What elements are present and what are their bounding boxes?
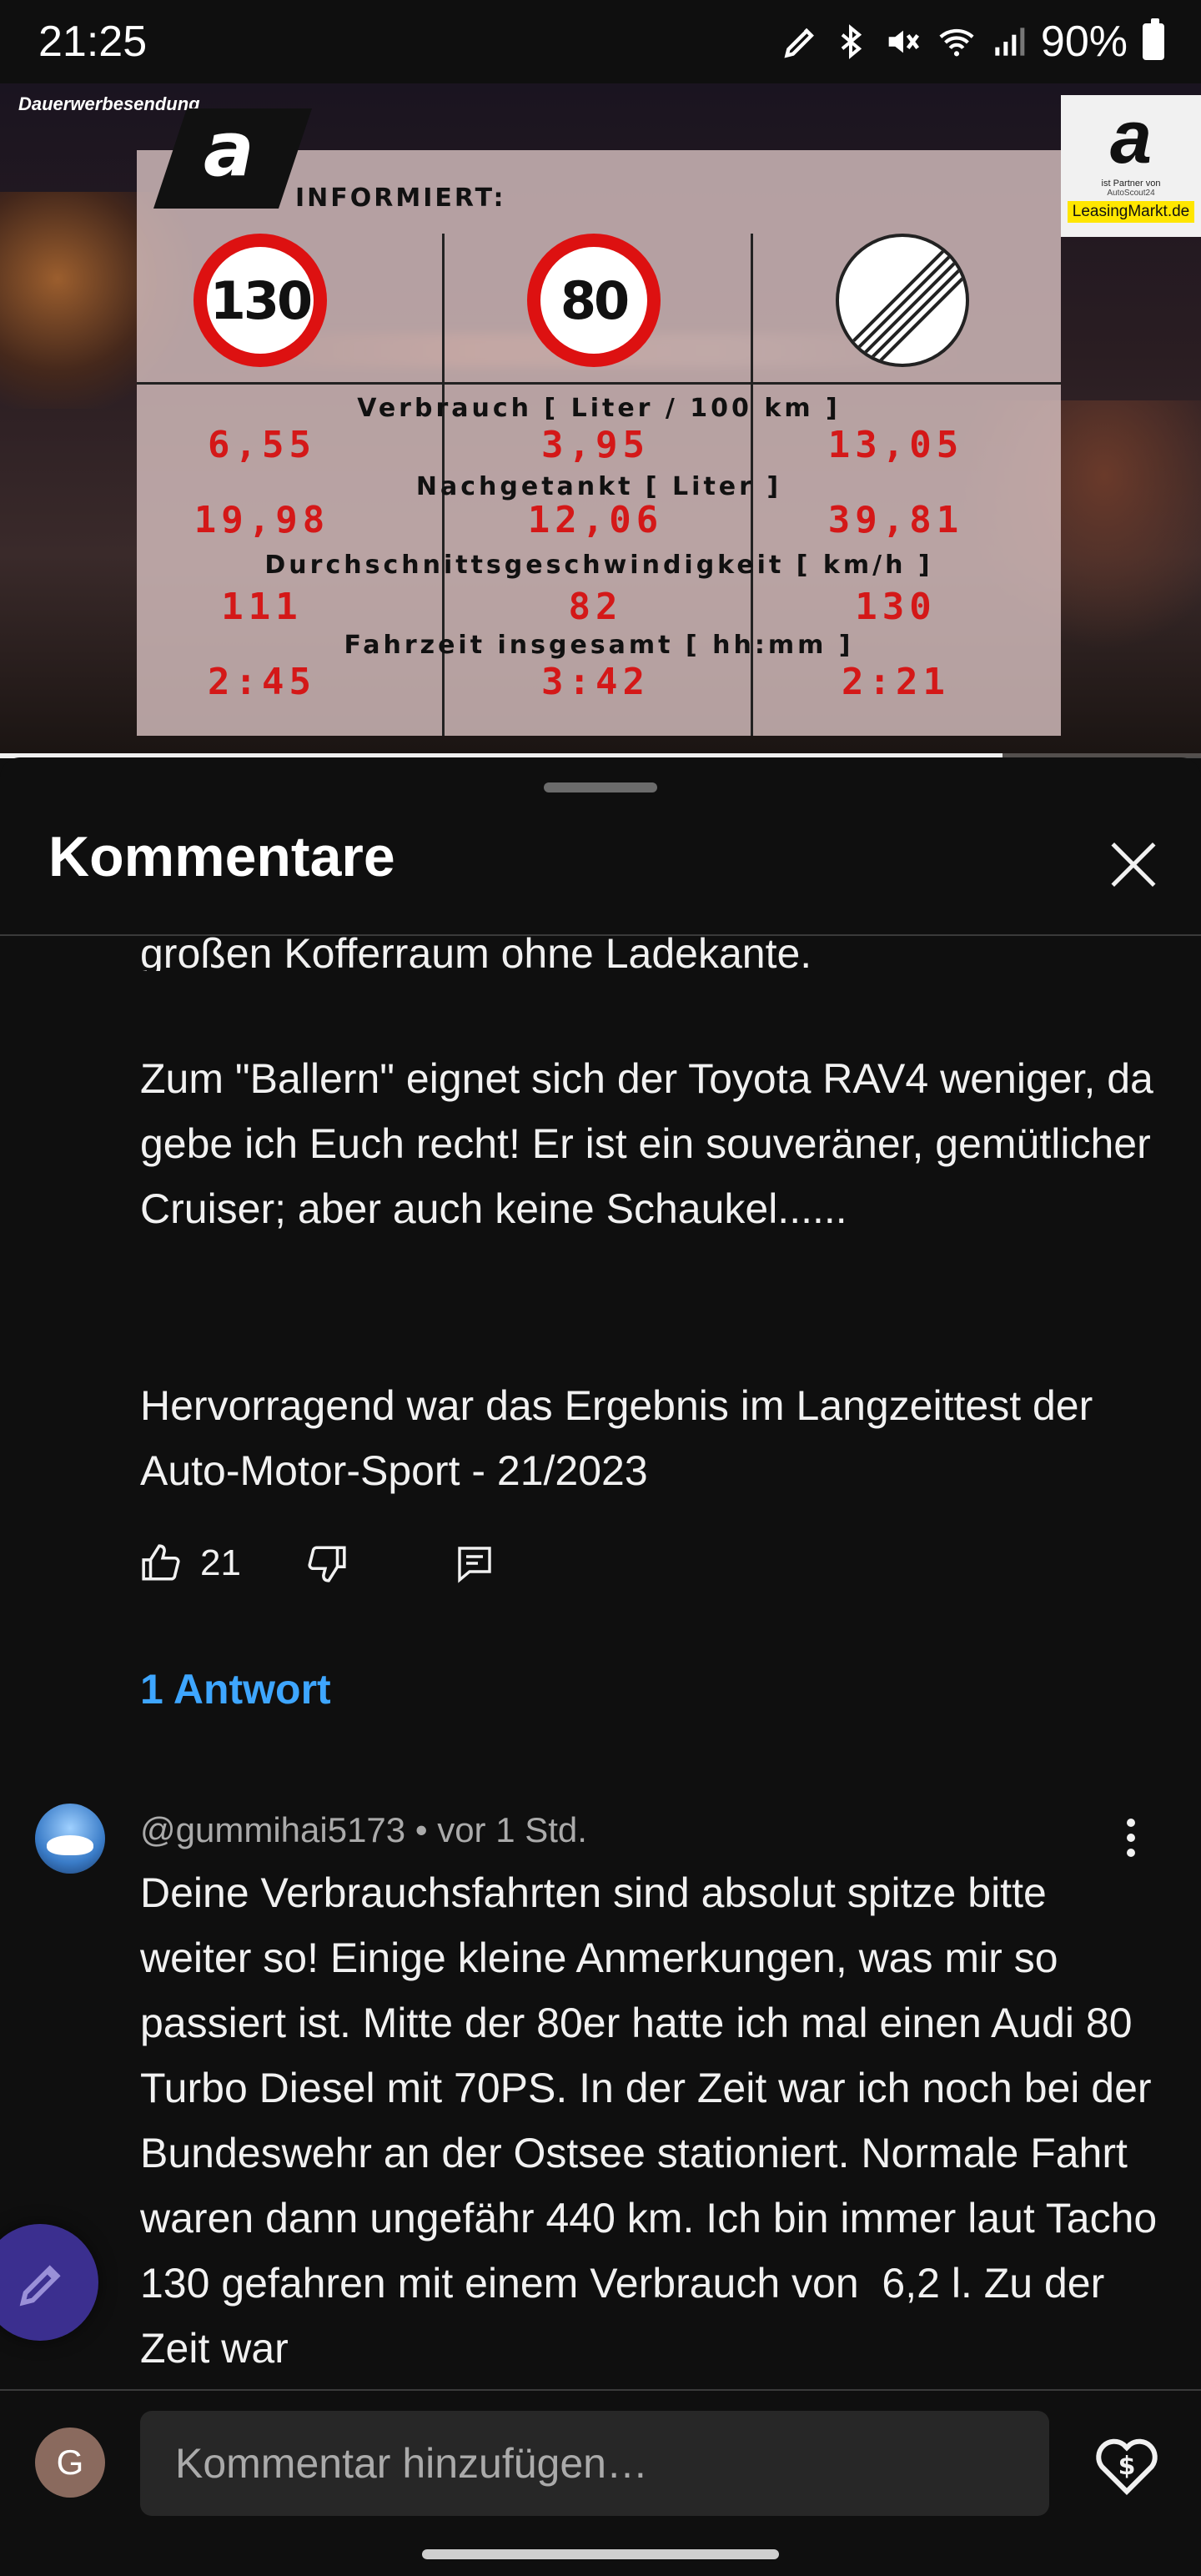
partner-line2: AutoScout24 [1107,189,1155,198]
speed-sign-130: 130 [193,234,327,367]
metric-value: 2:21 [842,661,950,703]
metric-value: 111 [221,586,303,628]
video-player[interactable]: Dauerwerbesendung a INFORMIERT: 130 80 V… [0,83,1201,757]
pencil-icon [19,2265,61,2307]
drag-handle[interactable] [544,782,657,792]
informs-label: INFORMIERT: [295,184,506,213]
status-icons: 90% [782,17,1164,67]
partner-badge: a ist Partner von AutoScout24 LeasingMar… [1061,95,1201,237]
like-count: 21 [200,1542,241,1583]
metric-label-total-time: Fahrzeit insgesamt [ hh:mm ] [344,631,854,660]
wifi-icon [936,23,977,61]
comment-text-partial: großen Kofferraum ohne Ladekante. [140,936,812,971]
reply-icon [458,1547,491,1583]
status-time: 21:25 [38,18,148,66]
comment-text: Deine Verbrauchsfahrten sind absolut spi… [140,1869,1158,2372]
infographic-board: a INFORMIERT: 130 80 Verbrauch [ Liter /… [137,106,1061,736]
speed-sign-80: 80 [527,234,661,367]
gesture-bar[interactable] [422,2549,779,2559]
comment-composer: G $ [0,2391,1201,2576]
comment-actions: 21 [140,1530,495,1597]
metric-value: 3,95 [541,424,650,466]
no-speed-limit-sign [836,234,969,367]
comment-input[interactable] [140,2411,1049,2516]
dislike-button[interactable] [306,1542,348,1584]
metric-value: 130 [855,586,937,628]
metric-value: 39,81 [827,499,964,541]
close-icon[interactable] [1096,828,1171,903]
thumbs-down-icon [308,1546,346,1582]
avatar[interactable] [35,1804,105,1874]
metric-value: 6,55 [208,424,316,466]
comment-text-paragraph: Hervorragend war das Ergebnis im Langzei… [140,1382,1103,1494]
user-avatar: G [35,2428,105,2498]
comment-author[interactable]: @gummihai5173 [140,1810,405,1849]
replies-link[interactable]: 1 Antwort [140,1665,331,1713]
comments-sheet: Kommentare großen Kofferraum ohne Ladeka… [0,757,1201,2576]
metric-value: 82 [568,586,623,628]
metric-value: 12,06 [527,499,664,541]
metric-label-refueled: Nachgetankt [ Liter ] [415,472,782,501]
bluetooth-icon [834,23,867,61]
metric-label-avg-speed: Durchschnittsgeschwindigkeit [ km/h ] [264,551,933,580]
svg-text:$: $ [1118,2452,1136,2481]
meta-separator: • [415,1810,428,1849]
comment-time: vor 1 Std. [437,1810,587,1849]
sheet-title: Kommentare [48,825,395,888]
pen-icon [782,23,819,60]
signal-icon [992,23,1026,60]
thumbs-up-icon [142,1544,180,1581]
like-button[interactable]: 21 [140,1542,241,1584]
super-thanks-icon[interactable]: $ [1089,2426,1164,2501]
partner-brand: LeasingMarkt.de [1067,201,1195,223]
metric-value: 2:45 [208,661,316,703]
partner-logo: a [1109,96,1153,179]
status-bar: 21:25 90% [0,0,1201,83]
metric-value: 19,98 [193,499,330,541]
battery-percent: 90% [1040,18,1128,66]
metric-label-consumption: Verbrauch [ Liter / 100 km ] [357,394,841,423]
svg-text:a: a [204,106,254,194]
battery-icon [1143,18,1164,60]
comment-text-paragraph: Zum "Ballern" eignet sich der Toyota RAV… [140,1055,1165,1232]
mute-icon [882,23,921,61]
metric-value: 13,05 [827,424,964,466]
reply-button[interactable] [455,1542,495,1584]
metric-value: 3:42 [541,661,650,703]
partner-line1: ist Partner von [1101,179,1161,189]
comment-meta: @gummihai5173 • vor 1 Std. [140,1810,587,1850]
